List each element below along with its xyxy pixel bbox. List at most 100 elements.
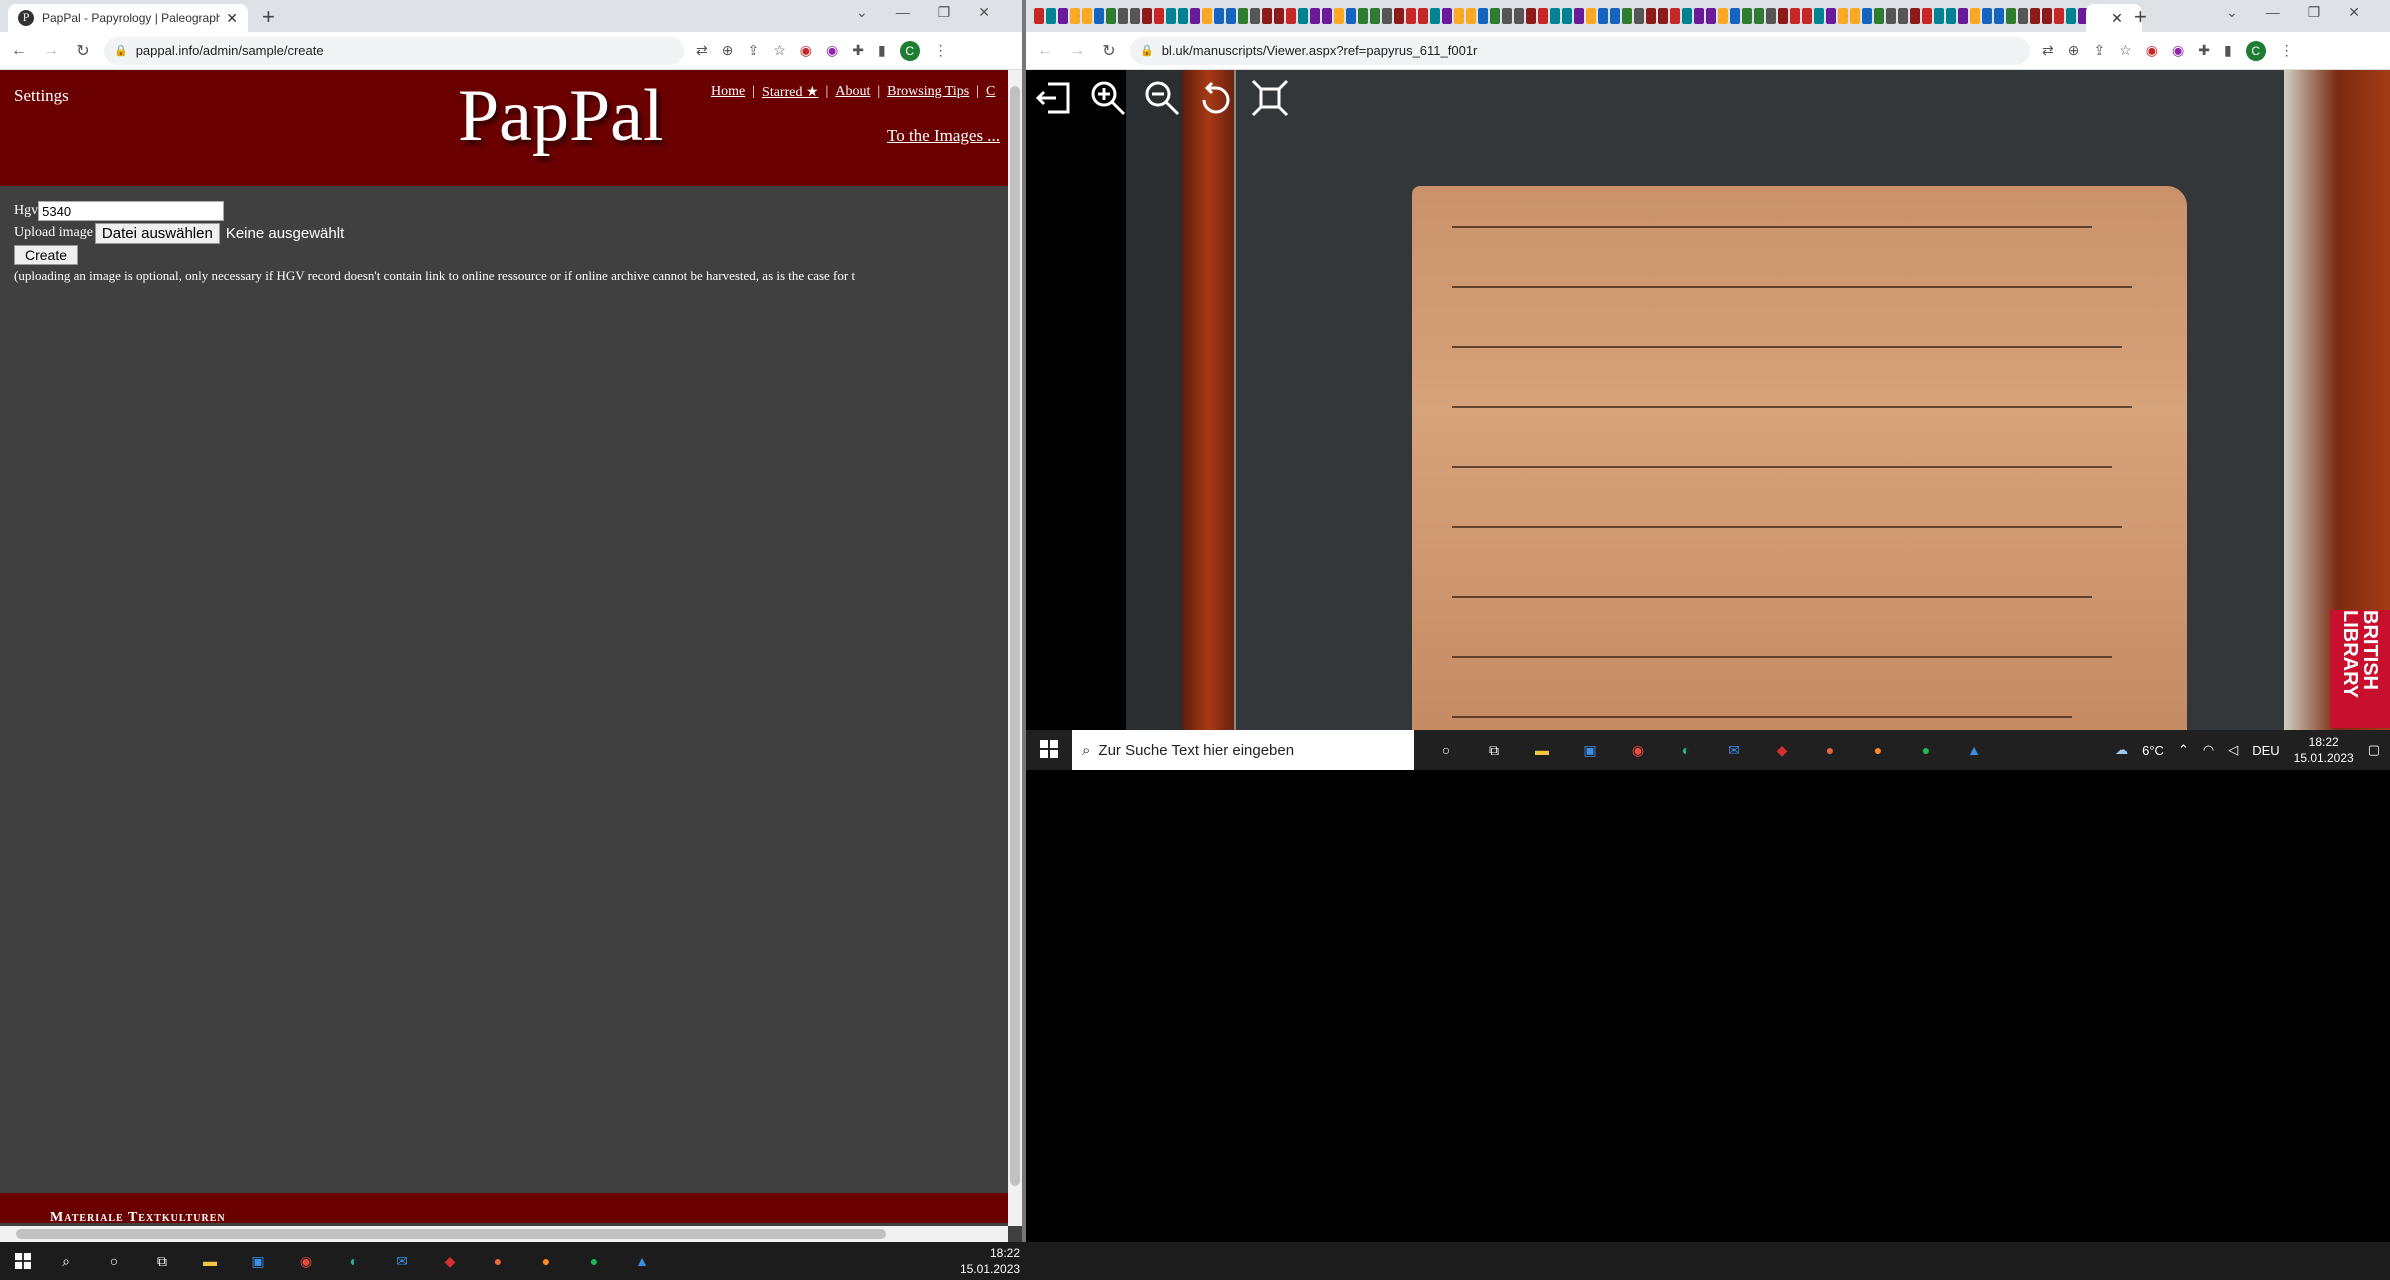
restore-icon[interactable]: ❐ [938,4,951,21]
pinned-tab-icon[interactable] [1358,8,1368,24]
pinned-tab-icon[interactable] [1334,8,1344,24]
pinned-tab-icon[interactable] [1886,8,1896,24]
puzzle-icon[interactable]: ✚ [2198,42,2210,59]
pinned-tab-icon[interactable] [1142,8,1152,24]
firefox-icon[interactable]: ● [1862,737,1894,763]
pinned-tabs-strip[interactable] [1034,8,2114,26]
close-icon[interactable]: ✕ [2111,10,2123,27]
fit-icon[interactable] [1246,74,1294,122]
powerpoint-icon[interactable]: ● [1814,737,1846,763]
search-icon[interactable]: ⌕ [50,1248,82,1274]
pinned-tab-icon[interactable] [1466,8,1476,24]
store-icon[interactable]: ▣ [242,1248,274,1274]
new-tab-plus-icon[interactable]: + [262,4,275,30]
pinned-tab-icon[interactable] [2054,8,2064,24]
pinned-tab-icon[interactable] [1586,8,1596,24]
pinned-tab-icon[interactable] [1550,8,1560,24]
share-icon[interactable]: ⇪ [2093,42,2105,59]
pinned-tab-icon[interactable] [1346,8,1356,24]
weather-temp[interactable]: 6°C [2142,743,2164,758]
task-view-icon[interactable]: ⧉ [1478,737,1510,763]
pinned-tab-icon[interactable] [1034,8,1044,24]
pinned-tab-icon[interactable] [1970,8,1980,24]
pinned-tab-icon[interactable] [1862,8,1872,24]
mail-icon[interactable]: ✉ [386,1248,418,1274]
pinned-tab-icon[interactable] [1598,8,1608,24]
pinned-tab-icon[interactable] [1214,8,1224,24]
extension-red-icon[interactable]: ◉ [800,42,812,59]
pinned-tab-icon[interactable] [1370,8,1380,24]
pinned-tab-icon[interactable] [1070,8,1080,24]
pinned-tab-icon[interactable] [1802,8,1812,24]
notification-icon[interactable]: ▢ [2368,742,2380,758]
minimize-icon[interactable]: — [2266,4,2280,21]
pinned-tab-icon[interactable] [1238,8,1248,24]
pinned-tab-icon[interactable] [1850,8,1860,24]
horizontal-scrollbar[interactable] [0,1226,1008,1242]
pinned-tab-icon[interactable] [1910,8,1920,24]
pinned-tab-icon[interactable] [1994,8,2004,24]
pinned-tab-icon[interactable] [2066,8,2076,24]
pinned-tab-icon[interactable] [1250,8,1260,24]
firefox-icon[interactable]: ● [530,1248,562,1274]
vertical-scrollbar[interactable] [1008,70,1022,1226]
pinned-tab-icon[interactable] [1406,8,1416,24]
choose-file-button[interactable]: Datei auswählen [94,222,220,244]
pinned-tab-icon[interactable] [2006,8,2016,24]
pinned-tab-icon[interactable] [1706,8,1716,24]
extension-purple-icon[interactable]: ◉ [2172,42,2184,59]
task-view-icon[interactable]: ⧉ [146,1248,178,1274]
pappal-logo[interactable]: PapPal [458,74,664,159]
acrobat-icon[interactable]: ◆ [434,1248,466,1274]
pinned-tab-icon[interactable] [1394,8,1404,24]
sidebar-icon[interactable]: ▮ [878,42,886,59]
address-bar[interactable]: 🔒 bl.uk/manuscripts/Viewer.aspx?ref=papy… [1130,36,2030,65]
chrome-icon[interactable]: ◉ [290,1248,322,1274]
pinned-tab-icon[interactable] [2042,8,2052,24]
pinned-tab-icon[interactable] [1574,8,1584,24]
chevron-down-icon[interactable]: ⌄ [2226,4,2238,21]
pinned-tab-icon[interactable] [1046,8,1056,24]
pinned-tab-icon[interactable] [1262,8,1272,24]
pinned-tab-icon[interactable] [1538,8,1548,24]
pinned-tab-icon[interactable] [1622,8,1632,24]
pinned-tab-icon[interactable] [1190,8,1200,24]
pinned-tab-icon[interactable] [1442,8,1452,24]
pinned-tab-icon[interactable] [1106,8,1116,24]
forward-arrow-icon[interactable]: → [1064,42,1090,60]
pinned-tab-icon[interactable] [2030,8,2040,24]
windows-start-icon[interactable] [0,1242,46,1280]
pinned-tab-icon[interactable] [1154,8,1164,24]
pinned-tab-icon[interactable] [1778,8,1788,24]
pinned-tab-icon[interactable] [1202,8,1212,24]
cortana-icon[interactable]: ○ [98,1248,130,1274]
extension-purple-icon[interactable]: ◉ [826,42,838,59]
tab-pappal[interactable]: P PapPal - Papyrology | Paleograph ✕ [8,4,248,32]
lang-indicator[interactable]: DEU [2252,743,2279,758]
pinned-tab-icon[interactable] [1562,8,1572,24]
profile-avatar[interactable]: C [2245,40,2266,61]
share-icon[interactable]: ⇪ [747,42,759,59]
pinned-tab-icon[interactable] [1166,8,1176,24]
chevron-up-icon[interactable]: ⌃ [2178,742,2189,758]
nav-browsing-tips[interactable]: Browsing Tips [887,84,969,101]
chrome-icon[interactable]: ◉ [1622,737,1654,763]
taskbar-search-box[interactable]: ⌕ Zur Suche Text hier eingeben [1072,730,1414,770]
new-tab-plus-icon[interactable]: + [2134,4,2147,30]
pinned-tab-icon[interactable] [1286,8,1296,24]
pinned-tab-icon[interactable] [1322,8,1332,24]
close-window-icon[interactable]: ✕ [978,4,990,21]
weather-cloud-icon[interactable]: ☁ [2115,742,2128,758]
pinned-tab-icon[interactable] [1118,8,1128,24]
cortana-icon[interactable]: ○ [1430,737,1462,763]
pinned-tab-icon[interactable] [1418,8,1428,24]
star-icon[interactable]: ☆ [2119,42,2132,59]
network-icon[interactable]: ◠ [2203,742,2214,758]
profile-avatar[interactable]: C [899,40,920,61]
restore-icon[interactable]: ❐ [2308,4,2321,21]
puzzle-icon[interactable]: ✚ [852,42,864,59]
extension-red-icon[interactable]: ◉ [2146,42,2158,59]
forward-arrow-icon[interactable]: → [38,42,64,60]
star-icon[interactable]: ☆ [773,42,786,59]
create-button[interactable]: Create [14,245,79,265]
